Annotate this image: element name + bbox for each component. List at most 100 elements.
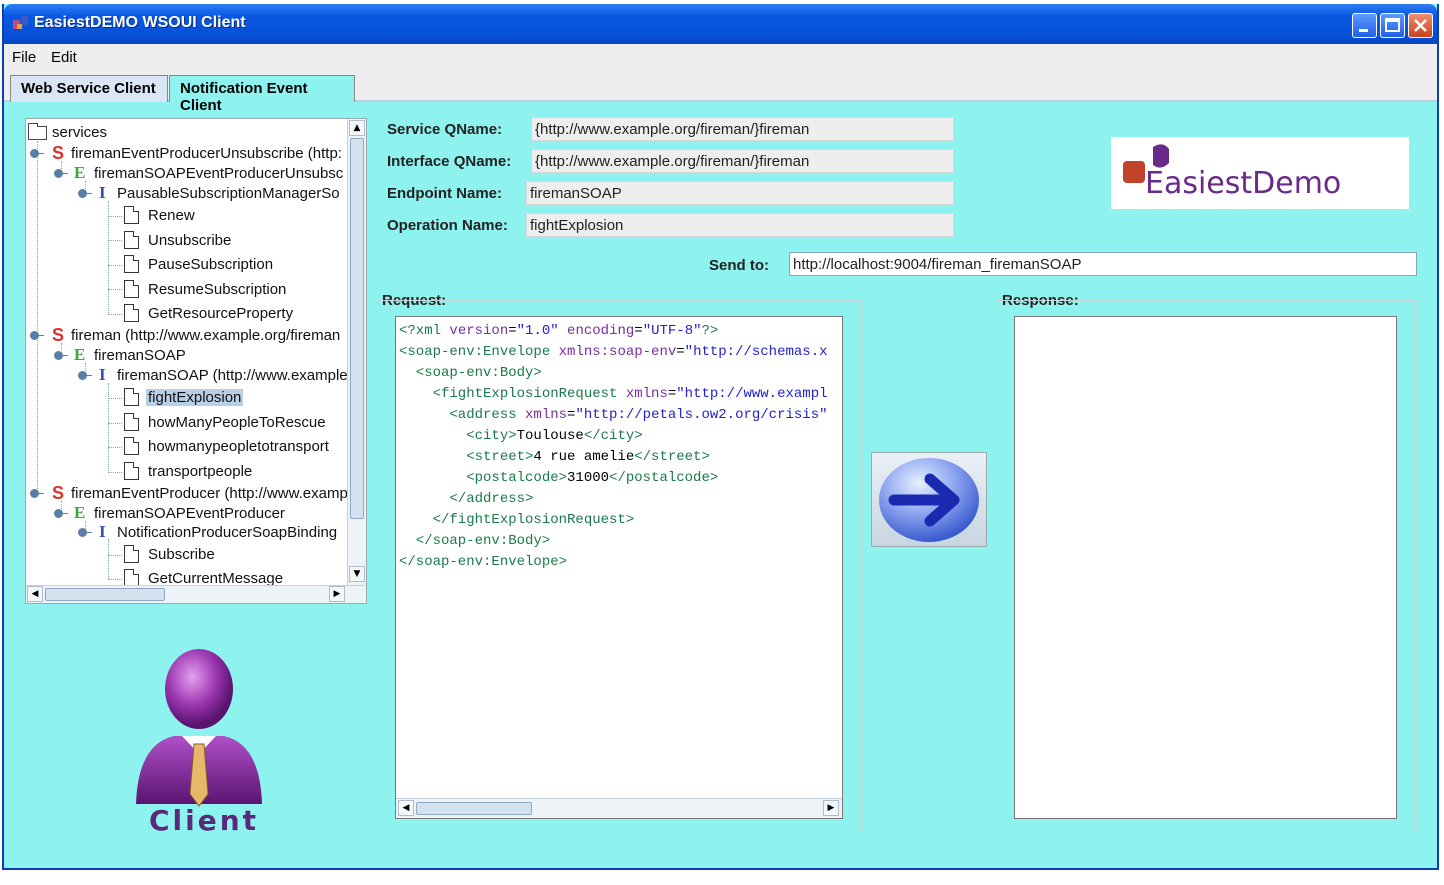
tree-guide-line [108,216,122,217]
request-horizontal-scrollbar[interactable]: ◀ ▶ [396,798,842,818]
tree-toggle-icon[interactable] [54,509,68,518]
scroll-right-icon[interactable]: ▶ [329,586,345,602]
tab-strip: Web Service Client Notification Event Cl… [4,72,1437,114]
tree-node-label: firemanSOAPEventProducerUnsubsc [94,165,344,182]
interface-icon: I [99,522,106,541]
endpoint-name-label: Endpoint Name: [387,185,502,202]
endpoint-name-field[interactable]: firemanSOAP [526,181,954,205]
tree-node-label: firemanSOAP [94,347,186,364]
minimize-button[interactable] [1352,13,1377,38]
tree-guide-line [108,201,109,313]
folder-icon [28,123,47,140]
menu-edit[interactable]: Edit [51,49,77,66]
interface-qname-label: Interface QName: [387,153,512,170]
tree-toggle-icon[interactable] [30,331,44,340]
service-icon: S [52,483,65,503]
send-request-button[interactable] [871,452,987,547]
request-editor[interactable]: <?xml version="1.0" encoding="UTF-8"?> <… [395,316,843,819]
tree-node-label: Renew [148,207,195,224]
response-area[interactable] [1014,316,1397,819]
code-line: <?xml version="1.0" encoding="UTF-8"?> [399,323,719,339]
title-bar[interactable]: EasiestDEMO WSOUI Client [4,4,1437,44]
document-icon [124,437,139,455]
tree-guide-line [37,141,38,495]
tree-node-label: howmanypeopletotransport [148,438,329,455]
menu-bar: File Edit [4,44,1437,72]
service-icon: S [52,325,65,345]
service-icon: S [52,143,65,163]
tree-guide-line [108,398,122,399]
tab-notification-event-client[interactable]: Notification Event Client [169,75,355,114]
operation-name-field[interactable]: fightExplosion [526,213,954,237]
tree-node-label: Unsubscribe [148,232,232,249]
client-avatar-icon [136,649,262,807]
tree-toggle-icon[interactable] [78,371,92,380]
code-line: </fightExplosionRequest> [399,512,635,528]
tree-node-label: fightExplosion [146,389,244,406]
document-icon [124,462,139,480]
tree-guide-line [108,555,122,556]
tree-guide-line [108,383,109,473]
client-label: Client [149,804,260,837]
code-line: </soap-env:Body> [399,533,551,549]
code-line: <soap-env:Body> [399,365,542,381]
maximize-button[interactable] [1380,13,1405,38]
document-icon [124,206,139,224]
tree-node-label: Subscribe [148,546,215,563]
endpoint-icon: E [74,345,86,364]
tree-toggle-icon[interactable] [78,189,92,198]
code-line: <soap-env:Envelope xmlns:soap-env="http:… [399,344,828,360]
tree-guide-line [108,447,122,448]
tree-guide-line [108,289,122,290]
send-to-input[interactable]: http://localhost:9004/fireman_firemanSOA… [789,252,1417,276]
scroll-left-icon[interactable]: ◀ [27,586,43,602]
interface-icon: I [99,183,106,202]
code-line: <address xmlns="http://petals.ow2.org/cr… [399,407,828,423]
tree-toggle-icon[interactable] [30,489,44,498]
code-line: <city>Toulouse</city> [399,428,643,444]
minimize-icon [1359,29,1368,32]
interface-qname-field[interactable]: {http://www.example.org/fireman/}fireman [531,149,954,173]
close-button[interactable] [1408,13,1433,38]
tree-guide-line [108,314,122,315]
code-line: <fightExplosionRequest xmlns="http://www… [399,386,828,402]
document-icon [124,388,139,406]
tree-guide-line [108,579,122,580]
code-line: </soap-env:Envelope> [399,554,568,570]
arrow-right-icon [879,458,979,542]
scroll-thumb[interactable] [45,588,165,601]
document-icon [124,255,139,273]
tree-toggle-icon[interactable] [54,351,68,360]
tree-node-label: howManyPeopleToRescue [148,414,326,431]
tree-node-label: ResumeSubscription [148,281,287,298]
scroll-right-icon[interactable]: ▶ [823,800,839,816]
endpoint-icon: E [74,163,86,182]
maximize-icon [1385,18,1400,32]
tree-node-label: firemanSOAP (http://www.example [117,367,348,384]
scroll-thumb[interactable] [350,138,364,519]
easiestdemo-logo: EasiestDemo [1111,137,1409,209]
interface-icon: I [99,365,106,384]
tree-toggle-icon[interactable] [30,149,44,158]
operation-name-label: Operation Name: [387,217,508,234]
scroll-up-icon[interactable]: ▲ [349,120,365,136]
tree-toggle-icon[interactable] [78,528,92,537]
service-qname-field[interactable]: {http://www.example.org/fireman/}fireman [531,117,954,141]
tab-web-service-client[interactable]: Web Service Client [10,75,168,102]
send-to-label: Send to: [709,257,769,274]
tree-node-label: firemanEventProducer (http://www.examp [71,485,348,502]
tree-guide-line [108,265,122,266]
tree-toggle-icon[interactable] [54,169,68,178]
code-line: <street>4 rue amelie</street> [399,449,710,465]
logo-graphic: EasiestDemo [1123,144,1341,201]
scroll-thumb[interactable] [416,802,532,815]
scroll-down-icon[interactable]: ▼ [349,566,365,582]
scroll-left-icon[interactable]: ◀ [398,800,414,816]
document-icon [124,231,139,249]
tree-guide-line [108,539,109,579]
menu-file[interactable]: File [12,49,36,66]
tree-vertical-scrollbar[interactable]: ▲ ▼ [347,119,366,585]
tree-guide-line [108,240,122,241]
tree-horizontal-scrollbar[interactable]: ◀ ▶ [26,585,366,603]
services-tree[interactable]: services S firemanEventProducerUnsubscri… [25,118,367,604]
